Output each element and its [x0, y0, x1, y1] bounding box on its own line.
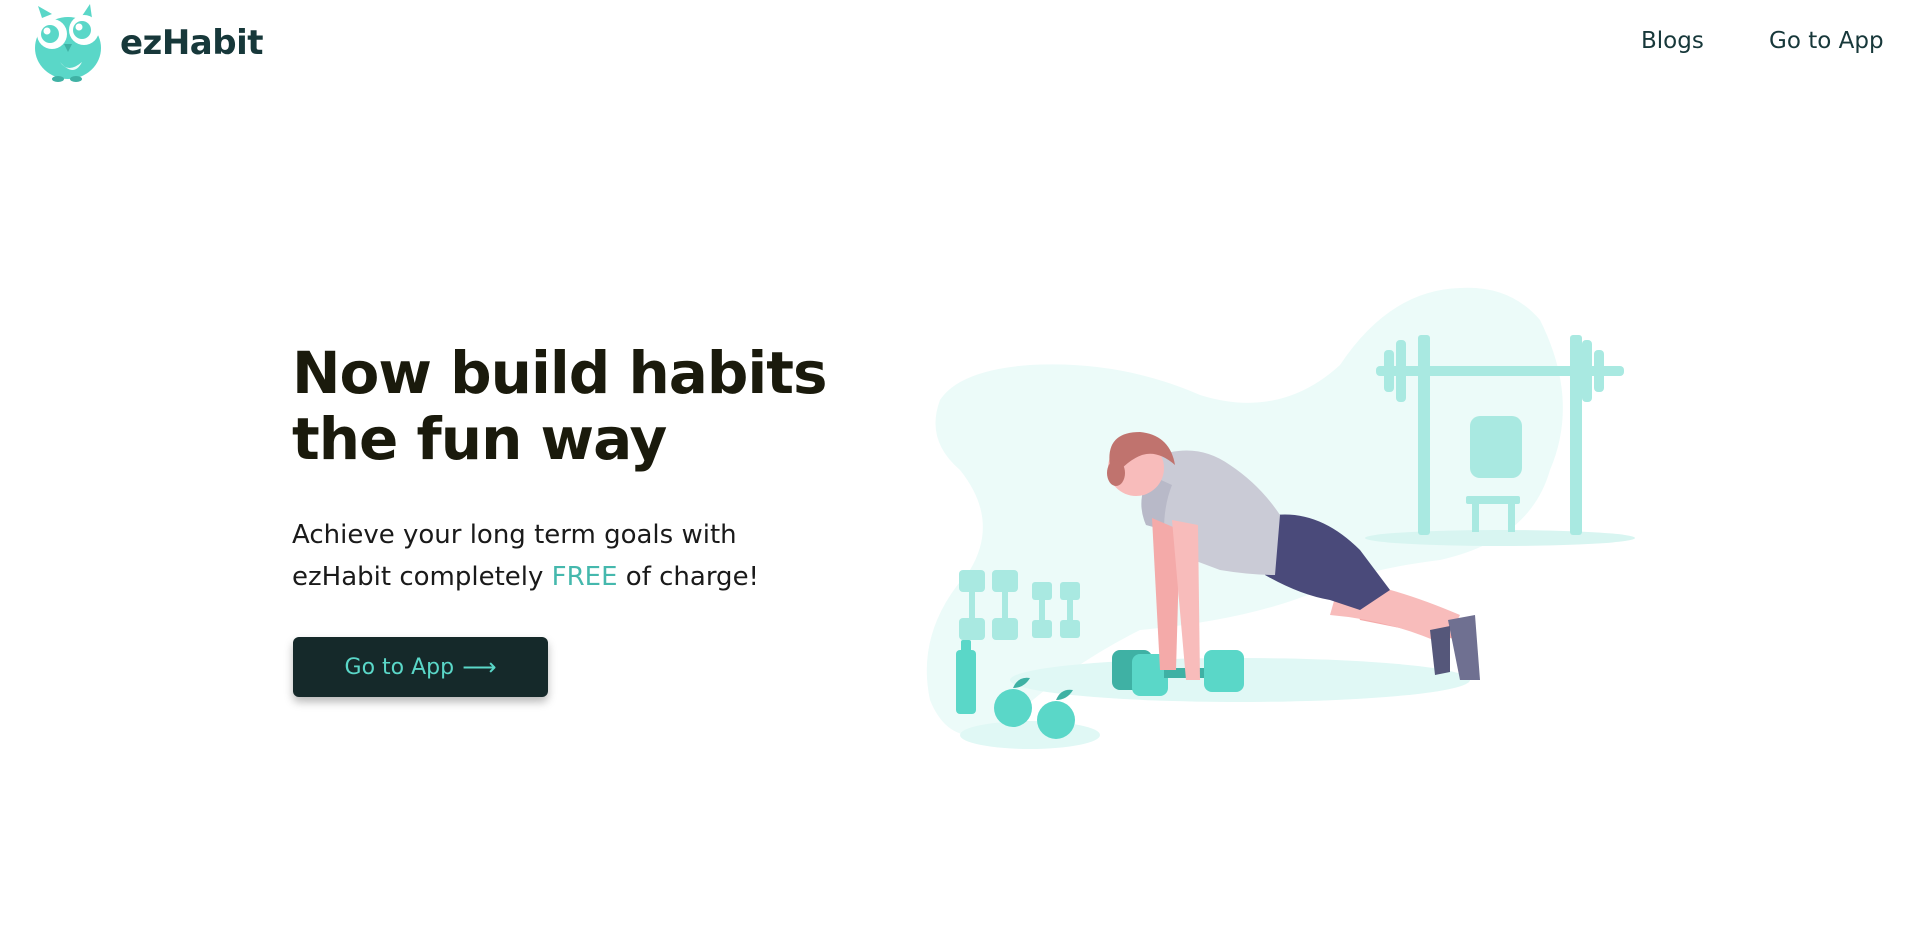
nav-blogs-link[interactable]: Blogs [1641, 28, 1704, 54]
hero-subtitle-part3: of charge! [617, 562, 759, 592]
hero-title-line1: Now build habits [292, 339, 828, 407]
site-header: ezHabit Blogs Go to App [0, 0, 1920, 92]
nav-go-to-app-link[interactable]: Go to App [1769, 28, 1884, 54]
bench-shadow [1365, 530, 1635, 546]
arrow-right-icon: ⟶ [462, 653, 497, 681]
landing-page: ezHabit Blogs Go to App Now build habits… [0, 0, 1920, 928]
brand-name: ezHabit [120, 23, 264, 63]
hero-title: Now build habits the fun way [292, 340, 912, 472]
owl-logo-icon [35, 4, 101, 82]
water-bottle [956, 640, 976, 714]
go-to-app-button-label: Go to App [344, 654, 455, 680]
hero-subtitle-part2: ezHabit completely [292, 562, 552, 592]
fruit-shadow [960, 721, 1100, 749]
go-to-app-button[interactable]: Go to App ⟶ [293, 637, 548, 697]
workout-illustration [926, 287, 1635, 749]
free-highlight: FREE [551, 562, 618, 592]
brand-home-link[interactable]: ezHabit [32, 2, 264, 82]
hero-subtitle: Achieve your long term goals with ezHabi… [292, 514, 912, 598]
hero-title-line2: the fun way [292, 405, 667, 473]
hero-subtitle-part1: Achieve your long term goals with [292, 520, 737, 550]
